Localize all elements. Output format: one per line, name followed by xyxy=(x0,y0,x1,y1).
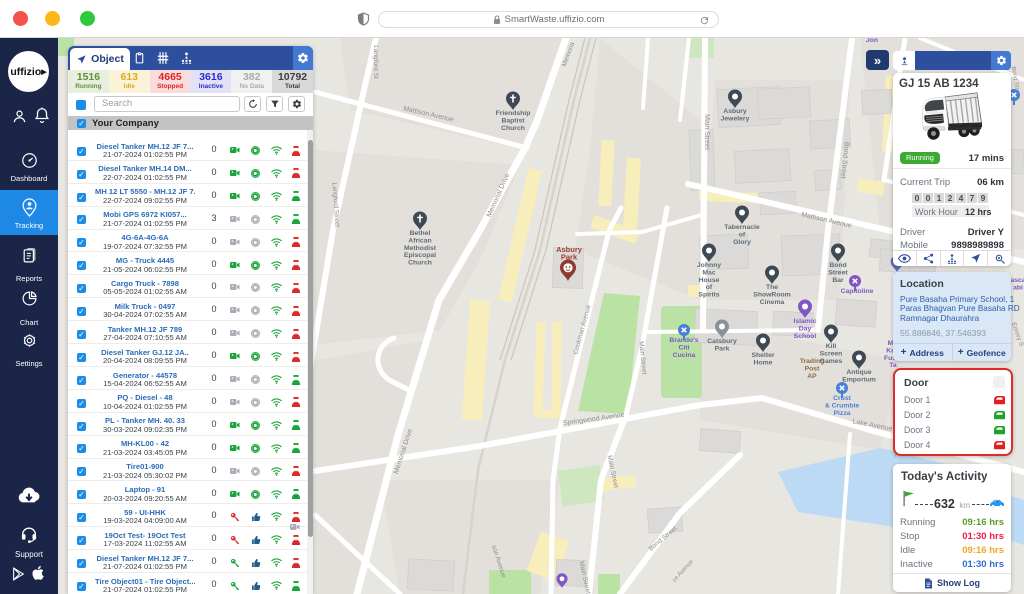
svg-text:ShowRoom: ShowRoom xyxy=(753,291,790,298)
svg-text:Capitoline: Capitoline xyxy=(841,288,874,295)
svg-text:asca: asca xyxy=(1010,277,1024,284)
svg-text:Day: Day xyxy=(799,325,812,332)
svg-text:of: of xyxy=(706,284,713,291)
svg-text:Catsbury: Catsbury xyxy=(707,338,737,345)
svg-text:Bond: Bond xyxy=(829,262,846,269)
svg-text:Pizza: Pizza xyxy=(834,410,851,417)
svg-text:African: African xyxy=(408,237,431,244)
svg-text:Shelter: Shelter xyxy=(751,352,774,359)
svg-text:Langford St: Langford St xyxy=(372,45,379,79)
svg-text:Jon: Jon xyxy=(866,38,878,44)
svg-text:Glory: Glory xyxy=(733,239,751,246)
svg-text:House: House xyxy=(699,277,720,284)
svg-text:Tabernacle: Tabernacle xyxy=(724,224,760,231)
svg-text:Methodist: Methodist xyxy=(404,245,437,252)
svg-text:Friendship: Friendship xyxy=(496,110,531,117)
svg-text:Brando's: Brando's xyxy=(669,337,698,344)
svg-text:Post: Post xyxy=(805,365,820,372)
svg-text:Emporium: Emporium xyxy=(842,376,876,383)
svg-text:Mac: Mac xyxy=(702,269,715,276)
svg-text:Ta: Ta xyxy=(889,362,897,369)
svg-text:Crust: Crust xyxy=(833,395,851,402)
svg-text:Park: Park xyxy=(715,345,730,352)
svg-text:Islamic: Islamic xyxy=(793,318,816,325)
svg-text:Spirits: Spirits xyxy=(698,292,719,299)
svg-text:Church: Church xyxy=(408,260,432,267)
svg-text:Baptist: Baptist xyxy=(501,117,525,124)
svg-text:Antique: Antique xyxy=(846,369,872,376)
svg-text:Johnny: Johnny xyxy=(697,262,721,269)
svg-text:of: of xyxy=(739,231,746,238)
svg-text:Episcopal: Episcopal xyxy=(404,252,436,259)
svg-text:AP: AP xyxy=(807,373,817,380)
svg-text:Church: Church xyxy=(501,125,525,132)
svg-text:& Crumble: & Crumble xyxy=(825,402,860,409)
svg-text:Cucina: Cucina xyxy=(673,352,696,359)
svg-text:Kill: Kill xyxy=(826,343,837,350)
svg-text:Bar: Bar xyxy=(832,277,844,284)
svg-text:The: The xyxy=(766,284,778,291)
svg-text:Trading: Trading xyxy=(800,358,825,365)
svg-text:Jewelery: Jewelery xyxy=(721,115,750,122)
svg-text:School: School xyxy=(794,333,817,340)
svg-text:Bethel: Bethel xyxy=(410,230,431,237)
svg-text:Street: Street xyxy=(828,269,848,276)
svg-text:Asbury: Asbury xyxy=(723,108,747,115)
svg-text:Screen: Screen xyxy=(820,350,843,357)
svg-text:Main Street: Main Street xyxy=(703,114,710,150)
svg-text:Cinema: Cinema xyxy=(760,299,785,306)
svg-text:abi: abi xyxy=(1013,284,1023,291)
svg-text:Home: Home xyxy=(754,359,773,366)
svg-text:Citi: Citi xyxy=(679,344,690,351)
